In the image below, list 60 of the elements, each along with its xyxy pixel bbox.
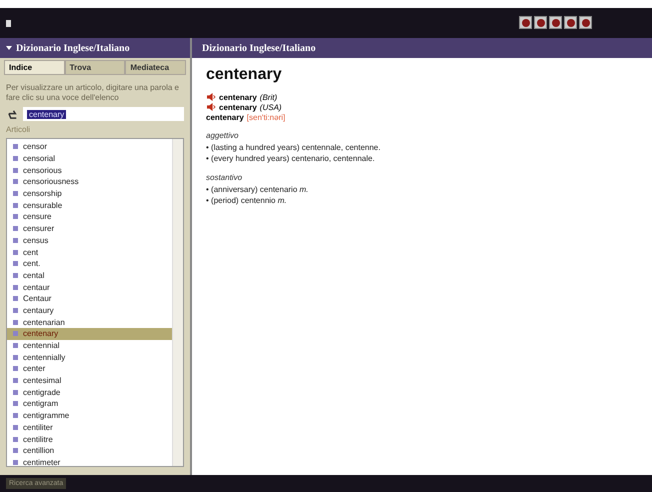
list-item[interactable]: cental [7,270,172,282]
headword: centenary [206,66,283,84]
list-item[interactable]: centenarian [7,316,172,328]
toolbar-button[interactable] [534,16,547,29]
list-item[interactable]: center [7,363,172,375]
pronunciation-word: centenary [206,112,244,122]
list-item[interactable]: centiliter [7,422,172,434]
toolbar-button[interactable] [564,16,577,29]
list-item[interactable]: Centaur [7,292,172,305]
list-item[interactable]: censorship [7,188,172,200]
list-item[interactable]: censorious [7,164,172,176]
sense: • (anniversary) centenario m. [206,184,310,195]
list-label: Articoli [5,124,32,136]
list-item[interactable]: centigram [7,398,172,410]
list-item[interactable]: censoriousness [7,176,172,188]
search-icon [8,108,19,120]
scroll-bar[interactable] [172,139,183,466]
pronunciation-note: (Brit) [260,92,278,102]
list-item[interactable]: centigramme [7,410,172,422]
list-item[interactable]: centaury [7,304,172,316]
sense: • (every hundred years) centenario, centennale. [206,153,376,164]
pronunciation-word: centenary [219,92,257,102]
sense: • (lasting a hundred years) centennale, centenne. [206,142,382,153]
list-item[interactable]: censure [7,211,172,223]
speaker-icon[interactable] [206,103,216,111]
part-of-speech: aggettivo [206,131,240,140]
list-item[interactable]: centennial [7,340,172,352]
list-item[interactable]: centillion [7,444,172,457]
list-item[interactable]: censorial [7,152,172,164]
toolbar-button[interactable] [579,16,592,29]
window-icon [6,20,11,27]
toolbar-button[interactable] [519,16,532,29]
toolbar-button[interactable] [549,16,562,29]
list-item[interactable]: cent. [7,258,172,270]
pronunciation-note: [sen'ti:nəri] [246,112,286,122]
list-item[interactable]: censor [7,141,172,153]
list-item[interactable]: centilitre [7,433,172,445]
list-item[interactable]: centaur [7,281,172,293]
list-item[interactable]: centennially [7,351,172,364]
sense: • (period) centennio m. [206,195,288,206]
list-item[interactable]: census [7,234,172,246]
list-item[interactable]: censurable [7,199,172,212]
collapse-icon[interactable] [6,46,12,50]
tab[interactable]: Trova [64,60,126,75]
speaker-icon[interactable] [206,93,216,101]
pronunciation-note: (USA) [260,102,282,112]
part-of-speech: sostantivo [206,173,244,182]
tab[interactable]: Mediateca [125,60,186,75]
panel-title: Dizionario Inglese/Italiano [16,42,130,54]
instructions: Per visualizzare un articolo, digitare una parola e fare clic su una voce dell'elenco [5,82,180,104]
list-item[interactable]: centesimal [7,374,172,386]
list-item[interactable]: censurer [7,222,172,234]
pronunciation-word: centenary [219,102,257,112]
list-item[interactable]: cent [7,246,172,258]
content-title: Dizionario Inglese/Italiano [202,42,316,54]
search-field[interactable]: centenary [23,107,184,121]
tab[interactable]: Indice [4,60,65,75]
list-item[interactable]: centimeter [7,456,172,468]
list-item[interactable]: centenary [7,328,172,340]
list-item[interactable]: centigrade [7,386,172,398]
